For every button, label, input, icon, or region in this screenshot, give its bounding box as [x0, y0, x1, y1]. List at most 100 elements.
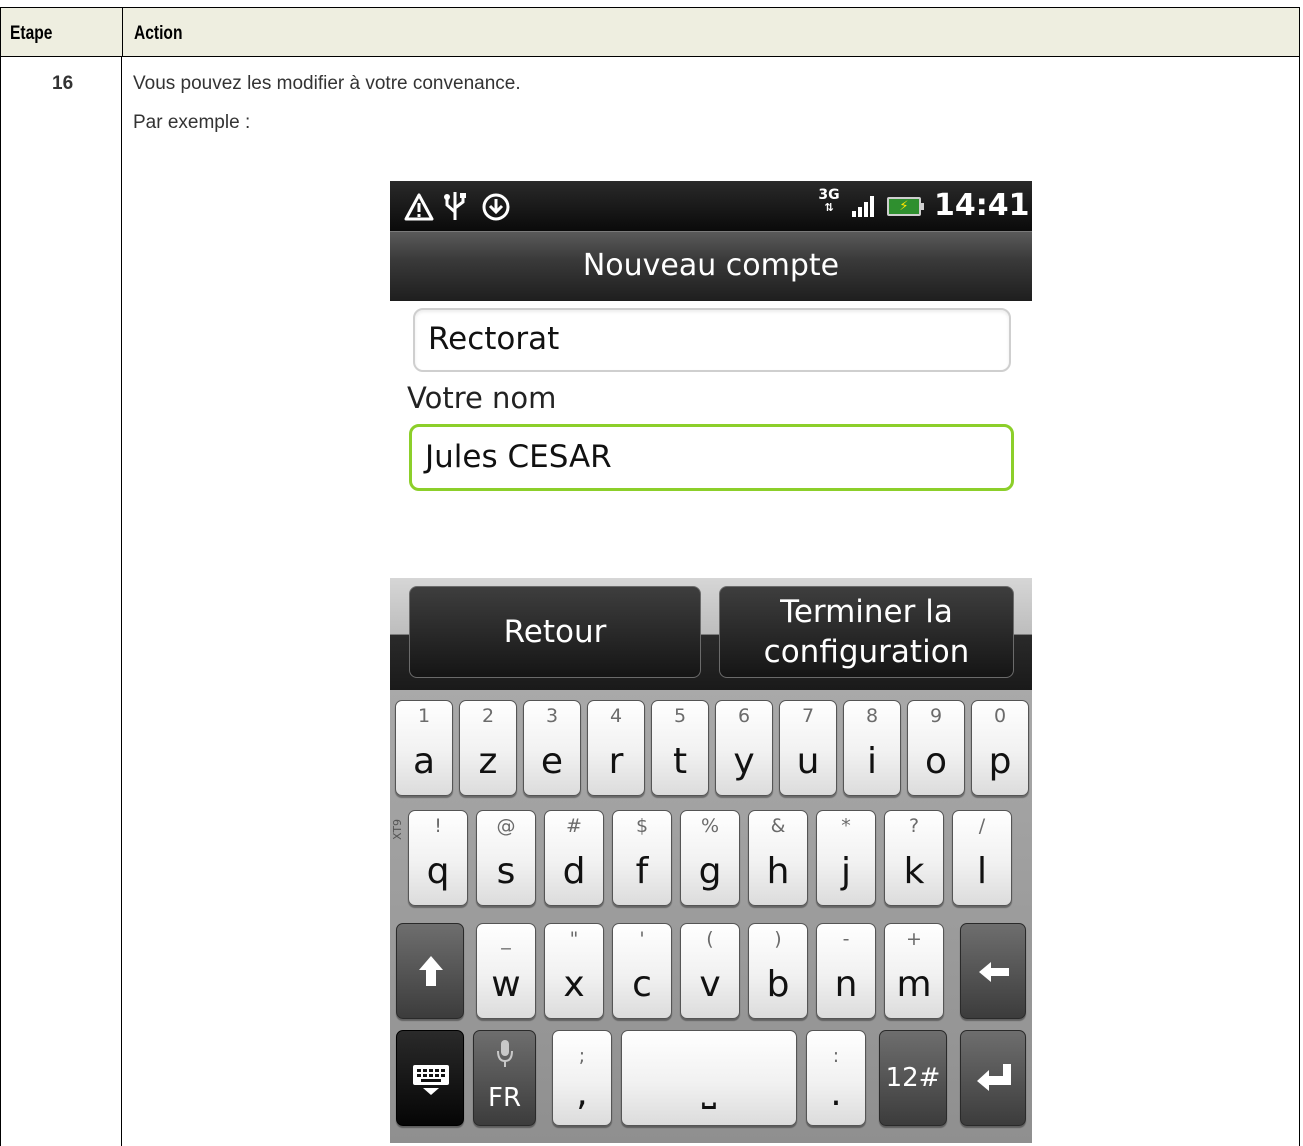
shift-arrow-icon	[419, 956, 443, 986]
key-primary-char: l	[976, 851, 987, 892]
key-k[interactable]: ? k	[884, 810, 944, 906]
key-secondary-char: 1	[417, 705, 431, 727]
status-bar: 3G ⇅ ⚡ 14:41	[390, 181, 1032, 231]
account-name-field[interactable]: Rectorat	[413, 308, 1011, 372]
key-primary-char: a	[412, 741, 436, 782]
key-h[interactable]: & h	[748, 810, 808, 906]
key-d[interactable]: # d	[544, 810, 604, 906]
table-border-left	[0, 57, 1, 1146]
key-secondary-char: /	[978, 815, 986, 837]
key-primary-char: v	[699, 964, 721, 1005]
key-secondary-char: 7	[801, 705, 815, 727]
colon-period-key[interactable]: : .	[806, 1030, 866, 1126]
key-secondary-char: ?	[908, 815, 920, 837]
key-secondary-char: 9	[929, 705, 943, 727]
microphone-icon	[497, 1040, 513, 1067]
semicolon-comma-key[interactable]: ; ,	[552, 1030, 612, 1126]
key-n[interactable]: -n	[816, 923, 876, 1019]
key-o[interactable]: 9o	[907, 700, 965, 796]
key-g[interactable]: % g	[680, 810, 740, 906]
key-secondary-char: 8	[865, 705, 879, 727]
key-secondary-char: &	[770, 815, 786, 837]
space-symbol: ⎵	[701, 1069, 717, 1110]
key-primary-char: f	[635, 851, 649, 892]
key-secondary-char: -	[842, 928, 850, 950]
key-j[interactable]: * j	[816, 810, 876, 906]
soft-keyboard: XT9 1a2z3e4r5t6y7u8i9o0p ! q @ s # d $ f% g & h * j?…	[390, 690, 1032, 1143]
key-s[interactable]: @ s	[476, 810, 536, 906]
key-secondary-char: !	[434, 815, 442, 837]
key-x[interactable]: " x	[544, 923, 604, 1019]
key-y[interactable]: 6y	[715, 700, 773, 796]
colon-char: :	[832, 1045, 840, 1067]
enter-arrow-icon	[977, 1064, 1011, 1091]
table-divider	[121, 57, 122, 1146]
numbers-label: 12#	[885, 1063, 941, 1093]
key-primary-char: d	[562, 851, 586, 892]
screen-title: Nouveau compte	[582, 248, 840, 283]
key-secondary-char: 6	[737, 705, 751, 727]
key-t[interactable]: 5t	[651, 700, 709, 796]
key-secondary-char: $	[635, 815, 649, 837]
key-primary-char: c	[632, 964, 652, 1005]
key-secondary-char: "	[569, 928, 579, 950]
key-secondary-char: 5	[673, 705, 687, 727]
key-secondary-char: %	[700, 815, 720, 837]
xt9-label: XT9	[391, 818, 404, 840]
key-primary-char: y	[733, 741, 755, 782]
key-primary-char: g	[698, 851, 722, 892]
download-icon	[482, 193, 510, 221]
key-r[interactable]: 4r	[587, 700, 645, 796]
key-f[interactable]: $ f	[612, 810, 672, 906]
back-button[interactable]: Retour	[409, 586, 701, 678]
key-primary-char: h	[766, 851, 790, 892]
finish-setup-button[interactable]: Terminer la configuration	[719, 586, 1014, 678]
key-secondary-char: 3	[545, 705, 559, 727]
key-primary-char: r	[608, 741, 624, 782]
key-primary-char: x	[563, 964, 585, 1005]
space-key[interactable]: ⎵	[621, 1030, 797, 1126]
key-secondary-char: (	[706, 928, 714, 950]
key-p[interactable]: 0p	[971, 700, 1029, 796]
key-q[interactable]: ! q	[408, 810, 468, 906]
key-c[interactable]: ' c	[612, 923, 672, 1019]
usb-icon	[444, 192, 466, 220]
key-e[interactable]: 3e	[523, 700, 581, 796]
key-primary-char: p	[988, 741, 1012, 782]
key-secondary-char: *	[841, 815, 851, 837]
key-v[interactable]: (v	[680, 923, 740, 1019]
key-b[interactable]: ) b	[748, 923, 808, 1019]
key-a[interactable]: 1a	[395, 700, 453, 796]
key-secondary-char: 0	[993, 705, 1007, 727]
language-label: FR	[487, 1083, 522, 1113]
your-name-label: Votre nom	[407, 381, 557, 415]
phone-screenshot: 3G ⇅ ⚡ 14:41 Nouveau compte Rectorat Votr…	[390, 181, 1032, 1143]
key-l[interactable]: / l	[952, 810, 1012, 906]
key-m[interactable]: + m	[884, 923, 944, 1019]
key-primary-char: n	[834, 964, 858, 1005]
shift-key[interactable]	[396, 923, 464, 1019]
key-secondary-char: @	[496, 815, 516, 837]
enter-key[interactable]	[960, 1030, 1026, 1126]
key-i[interactable]: 8i	[843, 700, 901, 796]
voice-language-key[interactable]: FR	[473, 1030, 536, 1126]
status-time: 14:41	[934, 188, 1030, 223]
key-primary-char: z	[478, 741, 498, 782]
key-primary-char: k	[903, 851, 925, 892]
key-primary-char: j	[840, 851, 851, 892]
your-name-field[interactable]: Jules CESAR	[409, 424, 1014, 491]
finish-setup-label: Terminer la configuration	[763, 594, 970, 670]
key-w[interactable]: _ w	[476, 923, 536, 1019]
key-primary-char: w	[491, 964, 521, 1005]
period-char: .	[830, 1073, 842, 1114]
action-bar: Retour Terminer la configuration	[390, 578, 1032, 690]
numbers-key[interactable]: 12#	[879, 1030, 947, 1126]
key-u[interactable]: 7u	[779, 700, 837, 796]
backspace-key[interactable]	[960, 923, 1026, 1019]
step-number: 16	[52, 73, 74, 94]
keyboard-settings-key[interactable]	[396, 1030, 464, 1126]
table-border-right	[1299, 57, 1300, 1146]
key-z[interactable]: 2z	[459, 700, 517, 796]
backspace-arrow-icon	[979, 962, 1009, 982]
header-etape: Etape	[10, 23, 53, 44]
